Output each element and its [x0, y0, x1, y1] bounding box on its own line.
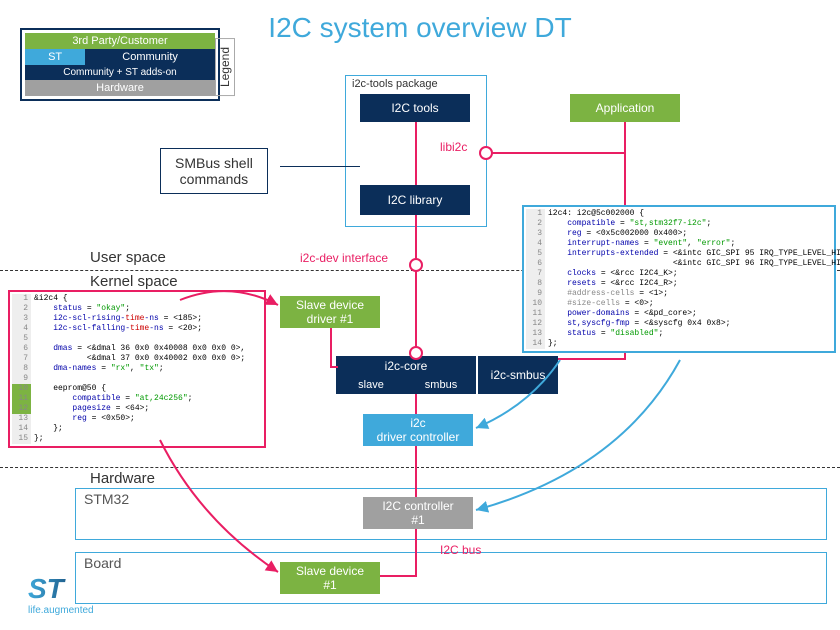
conn-core-drvctrl [415, 394, 417, 414]
legend-st: ST [25, 49, 85, 65]
conn-hwctrl-bus-v [415, 529, 417, 575]
i2c-smbus-block: i2c-smbus [478, 356, 558, 394]
conn-app-libi2c-h [485, 152, 626, 154]
board-label: Board [84, 555, 121, 571]
board-box: Board [75, 552, 827, 604]
conn-slavedrv-core-h [330, 366, 338, 368]
i2c-core-slave: slave [336, 376, 407, 394]
libi2c-label: libi2c [440, 140, 467, 154]
legend-3rdparty: 3rd Party/Customer [25, 33, 215, 49]
application-block: Application [570, 94, 680, 122]
conn-tools-lib [415, 122, 417, 185]
legend-community: Community [85, 49, 215, 65]
legend-community-st: Community + ST adds-on [25, 65, 215, 80]
node-i2cdev [409, 258, 423, 272]
conn-drvctrl-hwctrl [415, 446, 417, 497]
node-libi2c [479, 146, 493, 160]
legend-heading: Legend [215, 38, 235, 96]
stm32-label: STM32 [84, 491, 129, 507]
label-kernelspace: Kernel space [90, 273, 178, 290]
logo-brand: ST [28, 573, 94, 605]
code-right: 1i2c4: i2c@5c002000 {2 compatible = "st,… [522, 205, 836, 353]
i2cdev-label: i2c-dev interface [300, 251, 388, 265]
divider-kernel-hw [0, 467, 840, 468]
slave-device-block: Slave device #1 [280, 562, 380, 594]
slave-driver-block: Slave device driver #1 [280, 296, 380, 328]
i2c-core-block: i2c-core [336, 356, 476, 376]
code-left: 1&i2c4 {2 status = "okay";3 i2c-scl-risi… [8, 290, 266, 448]
node-core [409, 346, 423, 360]
i2c-tools-block: I2C tools [360, 94, 470, 122]
conn-lib-core [415, 215, 417, 356]
i2c-controller-block: I2C controller #1 [363, 497, 473, 529]
i2c-tools-package-label: i2c-tools package [352, 78, 438, 90]
conn-bus-slavedev-h [380, 575, 417, 577]
logo-tagline: life.augmented [28, 605, 94, 616]
conn-slavedrv-core-v [330, 328, 332, 368]
legend-hardware: Hardware [25, 80, 215, 96]
label-hardware: Hardware [90, 470, 155, 487]
i2c-core-smbus: smbus [406, 376, 476, 394]
smbus-callout: SMBus shell commands [160, 148, 268, 194]
st-logo: ST life.augmented [28, 573, 94, 616]
i2c-driver-controller-block: i2c driver controller [363, 414, 473, 446]
label-userspace: User space [90, 249, 166, 266]
legend-box: 3rd Party/Customer STCommunity Community… [20, 28, 220, 101]
i2c-library-block: I2C library [360, 185, 470, 215]
conn-app-smbus-h [558, 358, 626, 360]
conn-smbus-tools [280, 166, 360, 167]
i2cbus-label: I2C bus [440, 543, 481, 557]
